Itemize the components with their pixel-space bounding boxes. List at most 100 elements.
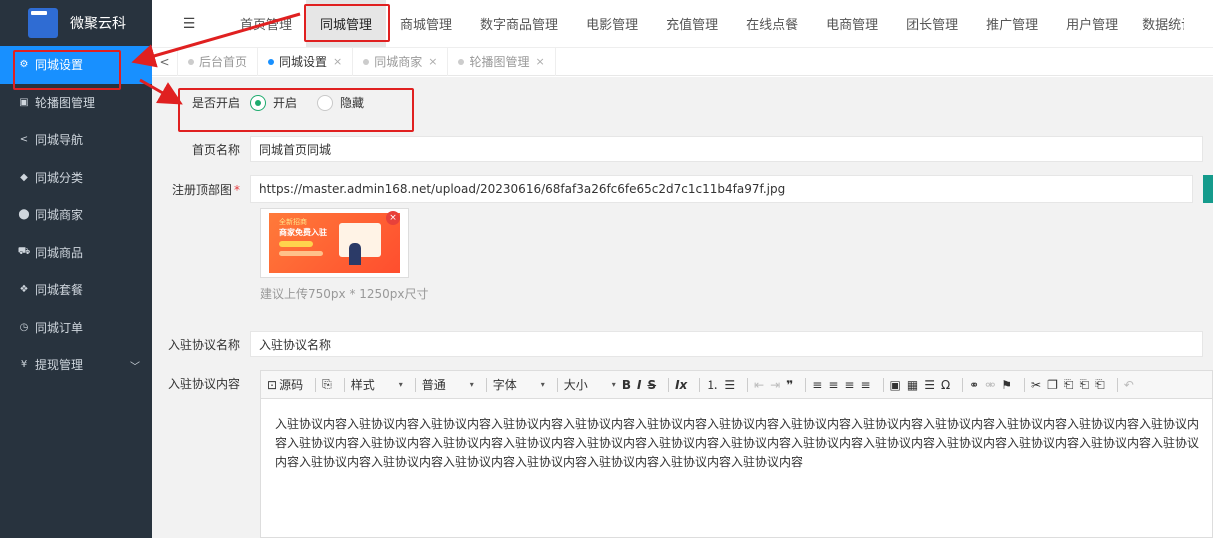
banner-chip xyxy=(279,241,313,247)
strikethrough-button[interactable]: S xyxy=(647,378,656,392)
agreement-content-field: 入驻协议内容 xyxy=(152,375,250,392)
banner-preview: 全新招商 商家免费入驻 × xyxy=(260,208,409,278)
font-dropdown[interactable]: 字体 ▾ xyxy=(493,376,545,393)
page-tab-label: 轮播图管理 xyxy=(469,55,530,69)
sidebar-item-city-order[interactable]: ◷ 同城订单 xyxy=(0,309,152,347)
tab-leader[interactable]: 团长管理 xyxy=(892,0,972,47)
sidebar-item-city-category[interactable]: ◆ 同城分类 xyxy=(0,159,152,197)
anchor-flag-icon[interactable]: ⚑ xyxy=(1001,378,1012,392)
register-banner-field: 注册顶部图 * https://master.admin168.net/uploa… xyxy=(152,175,1193,203)
source-button[interactable]: ⊡ 源码 xyxy=(267,376,303,393)
editor-content[interactable]: 入驻协议内容入驻协议内容入驻协议内容入驻协议内容入驻协议内容入驻协议内容入驻协议… xyxy=(261,399,1206,472)
sidebar-item-label: 同城套餐 xyxy=(35,283,84,298)
required-mark: * xyxy=(234,182,240,197)
close-icon[interactable]: × xyxy=(536,55,545,68)
format-label: 普通 xyxy=(421,378,446,392)
page-tabs: < 后台首页 同城设置 × 同城商家 × 轮播图管理 × xyxy=(152,47,1213,76)
indent-icon[interactable]: ⇥ xyxy=(770,378,780,392)
agreement-name-input[interactable]: 入驻协议名称 xyxy=(250,331,1203,357)
paste-text-icon[interactable]: ⎗ xyxy=(1079,377,1089,392)
tab-online-order[interactable]: 在线点餐 xyxy=(732,0,812,47)
preview-icon[interactable]: ⎘ xyxy=(322,377,332,392)
tab-dot xyxy=(458,58,465,65)
insert-table-icon[interactable]: ▦ xyxy=(907,378,918,392)
tag-icon: ◆ xyxy=(20,171,28,183)
tab-dot xyxy=(363,58,370,65)
align-right-icon[interactable]: ≡ xyxy=(844,378,854,392)
rich-text-editor: ⊡ 源码 ⎘ 样式 ▾ 普通 ▾ 字体 ▾ 大小 ▾ B I S Ix ⒈ ☰ ⇤ ⇥ ❞… xyxy=(260,370,1213,538)
outdent-icon[interactable]: ⇤ xyxy=(754,378,764,392)
align-center-icon[interactable]: ≡ xyxy=(828,378,838,392)
italic-button[interactable]: I xyxy=(637,378,641,392)
unlink-icon[interactable]: ⚮ xyxy=(985,378,995,392)
sidebar-item-label: 同城商品 xyxy=(35,245,84,260)
page-tab-city-merchant[interactable]: 同城商家 × xyxy=(353,47,449,76)
size-dropdown[interactable]: 大小 ▾ xyxy=(564,376,616,393)
font-label: 字体 xyxy=(492,378,517,392)
bullet-list-icon[interactable]: ☰ xyxy=(724,378,735,392)
style-dropdown[interactable]: 样式 ▾ xyxy=(351,376,403,393)
blockquote-icon[interactable]: ❞ xyxy=(786,378,793,392)
page-tab-dashboard[interactable]: 后台首页 xyxy=(178,47,259,76)
toolbar-divider xyxy=(315,377,317,392)
upload-button[interactable] xyxy=(1203,175,1213,203)
bold-button[interactable]: B xyxy=(622,378,631,392)
banner-image: 全新招商 商家免费入驻 xyxy=(269,213,400,273)
tab-digital-goods[interactable]: 数字商品管理 xyxy=(466,0,572,47)
tabs-back-button[interactable]: < xyxy=(152,47,178,76)
tab-dot xyxy=(188,58,194,65)
home-name-input[interactable]: 同城首页同城 xyxy=(250,136,1203,162)
page-tab-label: 后台首页 xyxy=(199,55,248,69)
paste-icon[interactable]: ⎗ xyxy=(1064,377,1074,392)
tab-recharge[interactable]: 充值管理 xyxy=(652,0,732,47)
highlight-box-radio xyxy=(178,88,414,132)
cart-icon: ⛟ xyxy=(17,245,31,257)
toolbar-divider xyxy=(556,377,558,392)
align-left-icon[interactable]: ≡ xyxy=(812,378,822,392)
undo-icon[interactable]: ↶ xyxy=(1124,378,1134,392)
sidebar-item-city-package[interactable]: ❖ 同城套餐 xyxy=(0,271,152,309)
chevron-down-icon: ▾ xyxy=(469,380,474,389)
align-justify-icon[interactable]: ≡ xyxy=(860,378,870,392)
page-tab-city-settings[interactable]: 同城设置 × xyxy=(258,47,354,76)
toolbar-divider xyxy=(668,377,670,392)
close-icon[interactable]: × xyxy=(428,55,437,68)
toolbar-divider xyxy=(699,377,701,392)
sidebar-item-city-nav[interactable]: < 同城导航 xyxy=(0,121,152,159)
toolbar-divider xyxy=(1024,377,1026,392)
tab-movie[interactable]: 电影管理 xyxy=(572,0,652,47)
sidebar-item-city-goods[interactable]: ⛟ 同城商品 xyxy=(0,234,152,272)
close-icon[interactable]: × xyxy=(333,55,342,68)
toolbar-divider xyxy=(1116,377,1118,392)
clear-format-button[interactable]: Ix xyxy=(675,378,687,392)
paste-word-icon[interactable]: ⎗ xyxy=(1095,377,1105,392)
source-icon: ⊡ xyxy=(267,377,278,392)
remove-image-icon[interactable]: × xyxy=(386,211,400,225)
sidebar-item-withdraw[interactable]: ¥ 提现管理 ﹀ xyxy=(0,346,152,384)
numbered-list-icon[interactable]: ⒈ xyxy=(706,376,718,393)
tab-statistics[interactable]: 数据统计 xyxy=(1132,0,1184,47)
horizontal-rule-icon[interactable]: ☰ xyxy=(924,378,935,392)
tab-promotion[interactable]: 推广管理 xyxy=(972,0,1052,47)
highlight-box-top-tab xyxy=(304,4,390,42)
register-banner-url-input[interactable]: https://master.admin168.net/upload/20230… xyxy=(250,175,1193,203)
special-char-icon[interactable]: Ω xyxy=(941,378,950,392)
sidebar-item-city-merchant[interactable]: ⬤ 同城商家 xyxy=(0,196,152,234)
toolbar-divider xyxy=(882,377,884,392)
format-dropdown[interactable]: 普通 ▾ xyxy=(422,376,474,393)
source-label: 源码 xyxy=(279,378,304,392)
tab-mall[interactable]: 商城管理 xyxy=(386,0,466,47)
tab-users[interactable]: 用户管理 xyxy=(1052,0,1132,47)
menu-toggle-icon[interactable]: ☰ xyxy=(152,16,226,32)
copy-icon[interactable]: ❐ xyxy=(1047,378,1058,392)
clock-icon: ◷ xyxy=(19,321,29,333)
sidebar-menu: ⚙ 同城设置 ▣ 轮播图管理 < 同城导航 ◆ 同城分类 ⬤ 同城商家 ⛟ 同城… xyxy=(0,46,152,384)
cut-icon[interactable]: ✂ xyxy=(1031,378,1041,392)
link-icon[interactable]: ⚭ xyxy=(969,378,979,392)
tab-home[interactable]: 首页管理 xyxy=(226,0,306,47)
editor-toolbar: ⊡ 源码 ⎘ 样式 ▾ 普通 ▾ 字体 ▾ 大小 ▾ B I S Ix ⒈ ☰ ⇤ ⇥ ❞… xyxy=(261,371,1212,399)
page-tab-carousel[interactable]: 轮播图管理 × xyxy=(448,47,556,76)
insert-image-icon[interactable]: ▣ xyxy=(890,378,901,392)
tab-ecommerce[interactable]: 电商管理 xyxy=(812,0,892,47)
sidebar-item-label: 同城导航 xyxy=(35,133,84,148)
